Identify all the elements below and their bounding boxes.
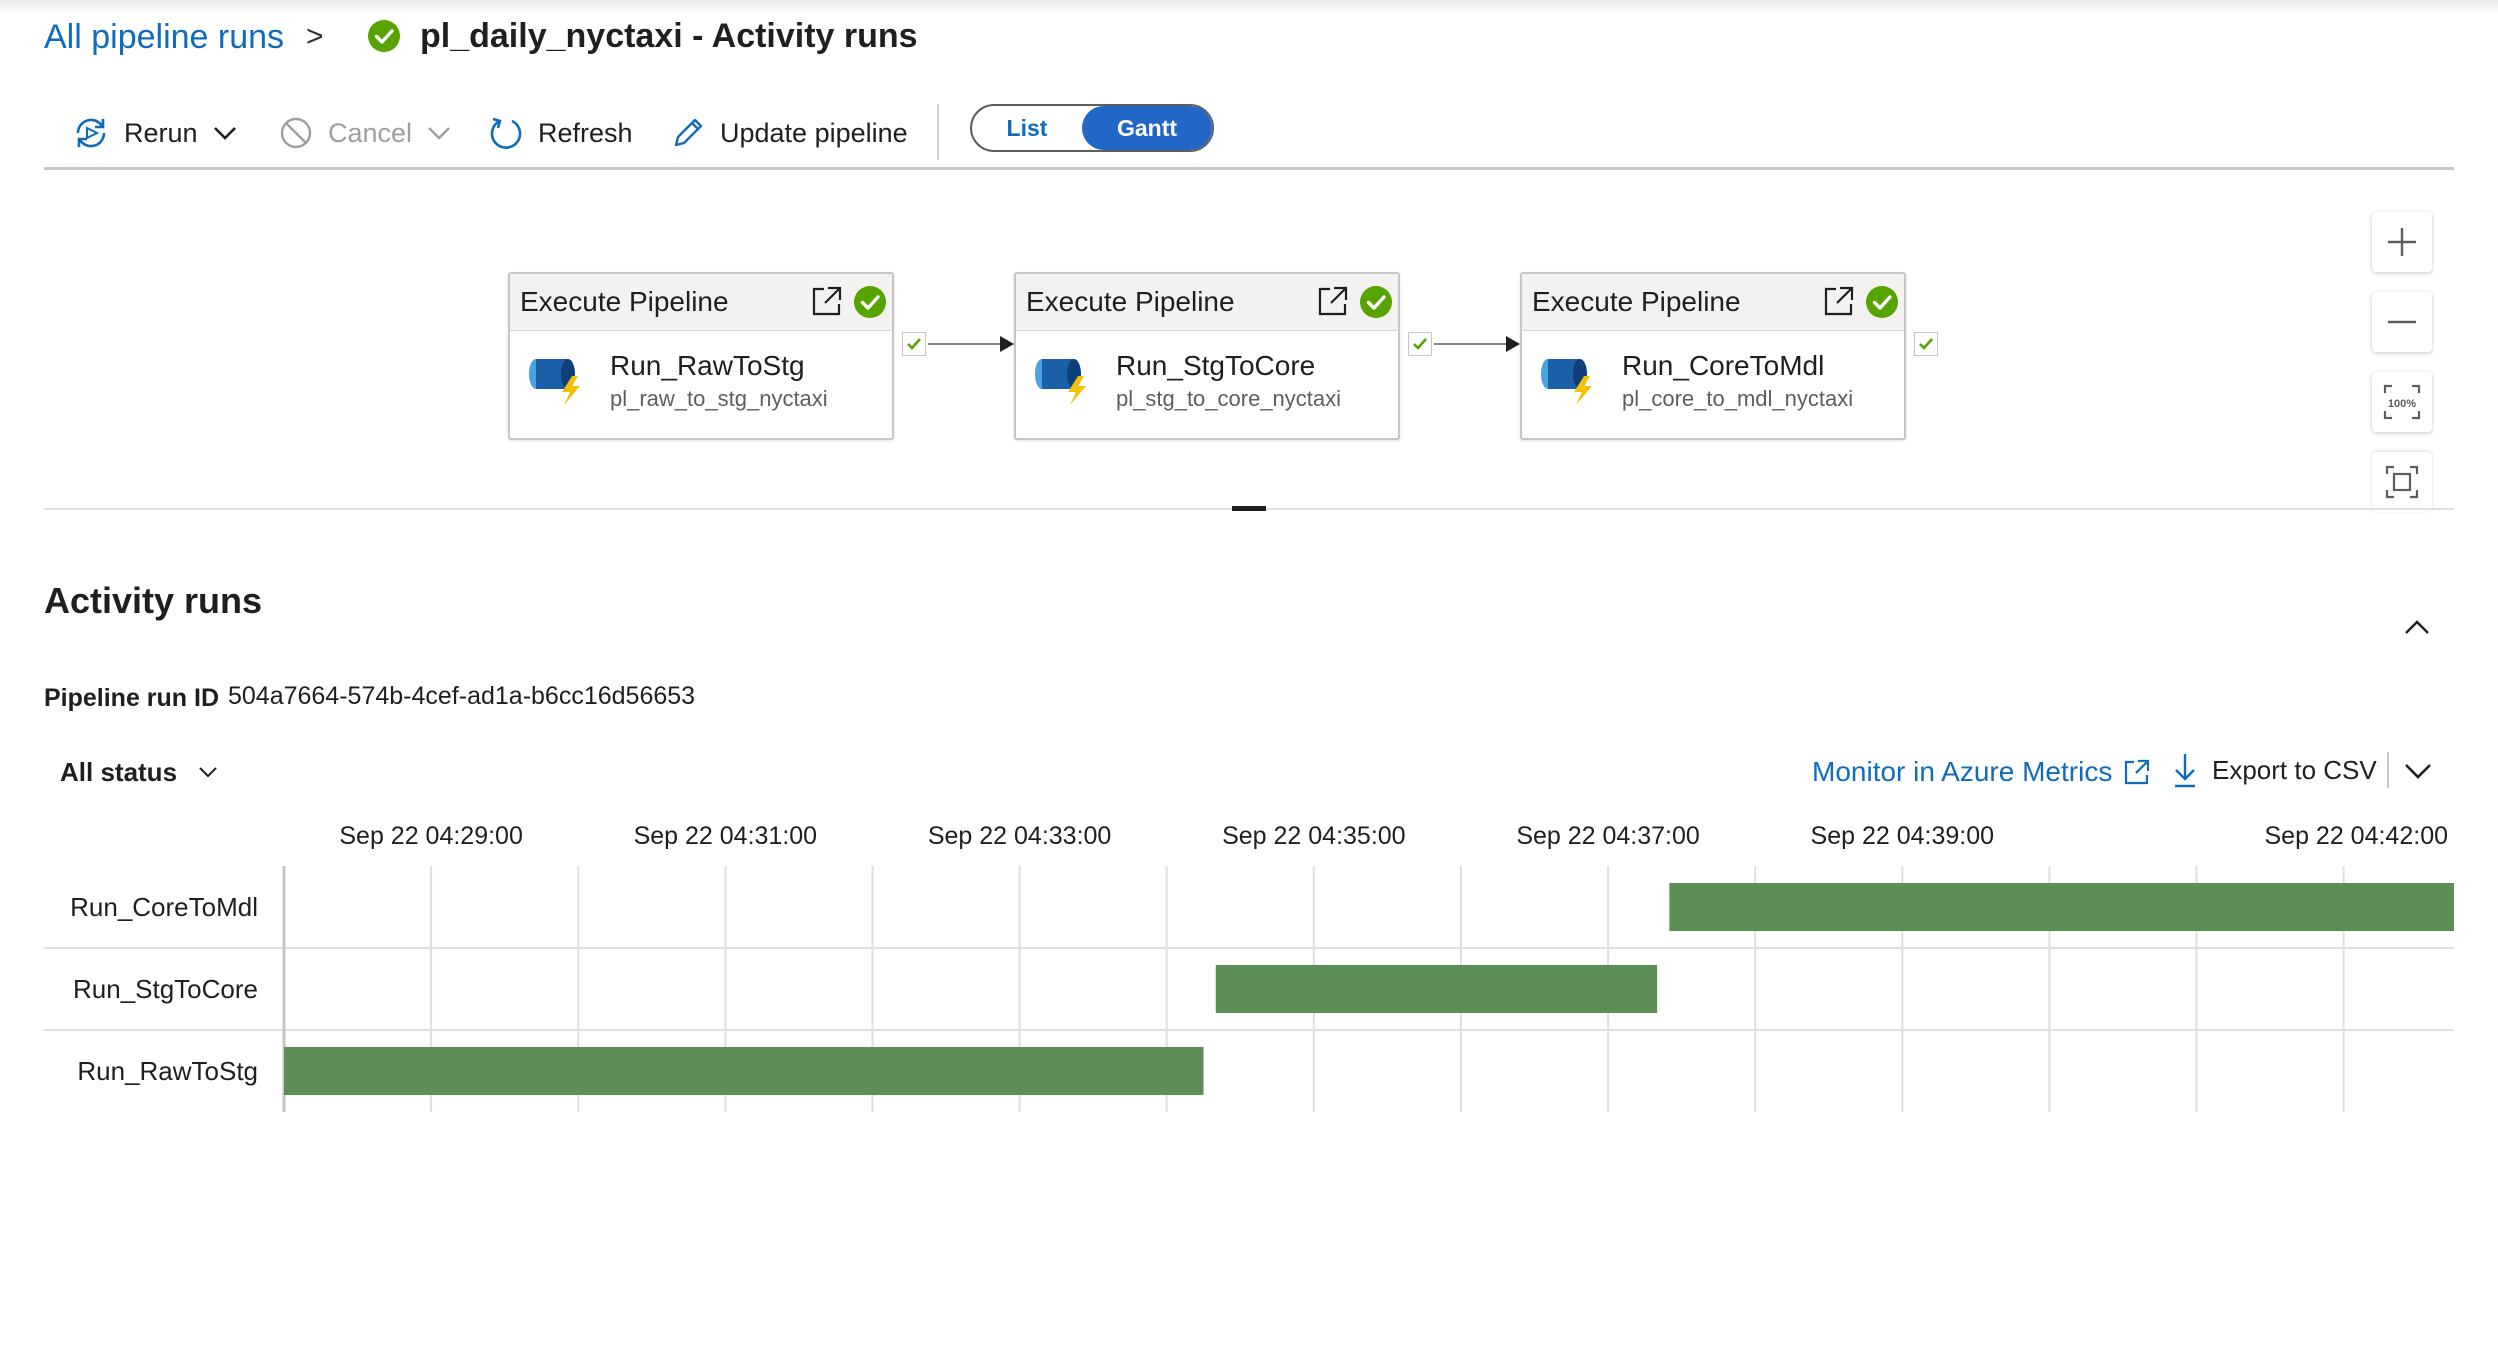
gantt-row-label: Run_StgToCore <box>73 974 258 1004</box>
breadcrumb-all-pipeline-runs[interactable]: All pipeline runs <box>44 18 284 57</box>
chevron-down-icon[interactable] <box>2400 758 2436 784</box>
activity-name: Run_RawToStg <box>610 350 805 381</box>
rerun-icon <box>76 118 106 148</box>
activity-runs-title: Activity runs <box>44 580 263 621</box>
zoom-out-icon <box>2388 320 2416 324</box>
success-check-icon <box>854 286 886 318</box>
zoom-in-button[interactable] <box>2372 212 2432 272</box>
pane-resize-handle[interactable] <box>1232 506 1266 511</box>
dependency-connector <box>928 343 1000 345</box>
activity-pipeline-name: pl_raw_to_stg_nyctaxi <box>610 386 828 411</box>
connector-arrowhead <box>1000 336 1014 352</box>
refresh-label: Refresh <box>538 117 633 148</box>
zoom-out-button[interactable] <box>2372 292 2432 352</box>
export-label: Export to CSV <box>2212 754 2377 785</box>
update-pipeline-label: Update pipeline <box>720 117 908 148</box>
gantt-tick-label: Sep 22 04:39:00 <box>1811 822 1995 850</box>
fit-to-screen-button[interactable] <box>2372 452 2432 512</box>
open-external-icon[interactable] <box>1316 284 1350 318</box>
gantt-tick-label: Sep 22 04:29:00 <box>339 822 523 850</box>
success-output-port[interactable] <box>1408 332 1432 356</box>
activity-card-header: Execute Pipeline <box>1522 274 1904 331</box>
chevron-down-icon <box>213 127 236 140</box>
fit-to-screen-icon <box>2385 465 2419 499</box>
chevron-up-icon[interactable] <box>2400 612 2434 642</box>
update-pipeline-button[interactable]: Update pipeline <box>670 112 908 154</box>
activity-pipeline-name: pl_core_to_mdl_nyctaxi <box>1622 386 1854 411</box>
zoom-100-icon: 100% <box>2383 384 2421 420</box>
cancel-button[interactable]: Cancel <box>278 112 452 154</box>
success-check-icon <box>368 20 400 52</box>
execute-pipeline-icon <box>1035 359 1086 405</box>
rerun-button[interactable]: Rerun <box>72 112 238 154</box>
gantt-chart: Sep 22 04:29:00 Sep 22 04:31:00 Sep 22 04:… <box>44 822 2454 1112</box>
success-output-port[interactable] <box>902 332 926 356</box>
open-external-icon <box>2125 759 2150 785</box>
activity-card[interactable]: Execute Pipeline Run_StgToCore pl_stg_to_c… <box>1014 272 1400 440</box>
success-check-icon <box>1360 286 1392 318</box>
gantt-bar[interactable] <box>284 1047 1204 1095</box>
refresh-icon <box>490 117 522 149</box>
page-title: pl_daily_nyctaxi - Activity runs <box>420 17 918 55</box>
zoom-100-label: 100% <box>2388 398 2416 410</box>
activity-name: Run_StgToCore <box>1116 350 1316 381</box>
gantt-bar[interactable] <box>1215 965 1658 1013</box>
connector-arrowhead <box>1506 336 1520 352</box>
execute-pipeline-icon <box>1541 359 1592 405</box>
activity-type: Execute Pipeline <box>1026 286 1235 317</box>
gantt-tick-label: Sep 22 04:35:00 <box>1222 822 1406 850</box>
cancel-label: Cancel <box>328 117 413 148</box>
gantt-bar[interactable] <box>1669 883 2454 931</box>
dependency-connector <box>1434 343 1506 345</box>
cancel-icon <box>280 117 312 149</box>
monitor-label: Monitor in Azure Metrics <box>1812 756 2113 787</box>
gantt-tick-label: Sep 22 04:42:00 <box>2265 822 2449 850</box>
zoom-100-button[interactable]: 100% <box>2372 372 2432 432</box>
chevron-down-icon <box>199 767 217 778</box>
pipeline-run-id-label: Pipeline run ID <box>44 684 220 712</box>
checkmark-icon <box>1413 338 1427 350</box>
zoom-in-icon <box>2388 228 2416 256</box>
top-shadow <box>0 0 2498 14</box>
gantt-row-label: Run_CoreToMdl <box>70 892 258 922</box>
gantt-row-label: Run_RawToStg <box>77 1056 258 1086</box>
pipeline-run-id-value: 504a7664-574b-4cef-ad1a-b6cc16d56653 <box>228 682 696 710</box>
open-external-icon[interactable] <box>1822 284 1856 318</box>
gantt-tick-label: Sep 22 04:37:00 <box>1516 822 1700 850</box>
gantt-tick-label: Sep 22 04:33:00 <box>928 822 1112 850</box>
success-output-port[interactable] <box>1914 332 1938 356</box>
activity-card-header: Execute Pipeline <box>510 274 892 331</box>
activity-type: Execute Pipeline <box>1532 286 1741 317</box>
activity-card-header: Execute Pipeline <box>1016 274 1398 331</box>
toolbar-underline <box>44 167 2454 170</box>
execute-pipeline-icon <box>529 359 580 405</box>
activity-card[interactable]: Execute Pipeline Run_RawToStg pl_raw_to_st… <box>508 272 894 440</box>
status-filter-label: All status <box>60 756 178 787</box>
activity-pipeline-name: pl_stg_to_core_nyctaxi <box>1116 386 1342 411</box>
toggle-list[interactable]: List <box>972 106 1082 150</box>
activity-card[interactable]: Execute Pipeline Run_CoreToMdl pl_core_to_… <box>1520 272 1906 440</box>
export-to-csv-button[interactable]: Export to CSV <box>2172 750 2377 790</box>
rerun-label: Rerun <box>124 117 198 148</box>
refresh-button[interactable]: Refresh <box>488 112 633 154</box>
activity-name: Run_CoreToMdl <box>1622 350 1825 381</box>
breadcrumb-separator: > <box>306 20 324 53</box>
monitor-in-azure-metrics-link[interactable]: Monitor in Azure Metrics <box>1812 754 2152 790</box>
success-check-icon <box>1866 286 1898 318</box>
chevron-down-icon <box>428 127 450 140</box>
checkmark-icon <box>907 338 921 350</box>
open-external-icon[interactable] <box>810 284 844 318</box>
gantt-tick-label: Sep 22 04:31:00 <box>634 822 818 850</box>
checkmark-icon <box>1919 338 1933 350</box>
pencil-icon <box>674 118 703 147</box>
toggle-gantt[interactable]: Gantt <box>1082 106 1212 150</box>
download-icon <box>2175 754 2195 788</box>
status-filter-dropdown[interactable]: All status <box>60 754 219 790</box>
export-divider <box>2387 752 2389 788</box>
toolbar-divider <box>937 104 939 160</box>
view-toggle: List Gantt <box>970 104 1214 152</box>
activity-type: Execute Pipeline <box>520 286 729 317</box>
